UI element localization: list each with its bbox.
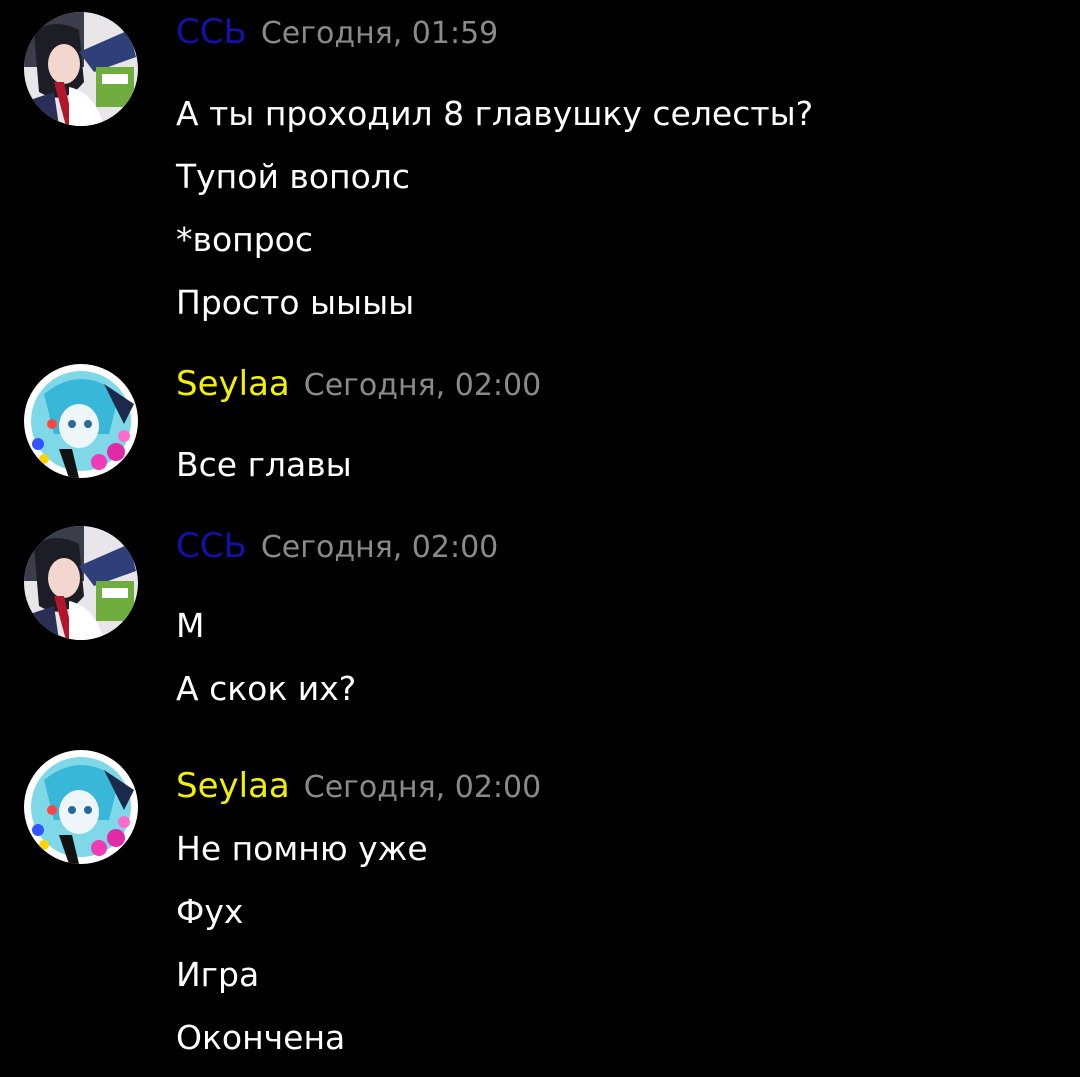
message-header: ССЬ Сегодня, 02:00 xyxy=(176,526,498,566)
message-text: Окончена xyxy=(176,1018,346,1057)
username[interactable]: Seylaa xyxy=(176,766,290,806)
timestamp: Сегодня, 02:00 xyxy=(260,530,499,565)
timestamp: Сегодня, 02:00 xyxy=(303,770,542,805)
message-text: Игра xyxy=(176,955,260,994)
anime-girl-avatar-icon xyxy=(24,526,138,640)
message-text: Фух xyxy=(176,892,244,931)
avatar[interactable] xyxy=(24,12,138,126)
message-text: А скок их? xyxy=(176,669,357,708)
timestamp: Сегодня, 01:59 xyxy=(260,16,499,51)
username[interactable]: ССЬ xyxy=(176,12,247,52)
message-header: ССЬ Сегодня, 01:59 xyxy=(176,12,498,52)
message-text: Не помню уже xyxy=(176,829,428,868)
message-text: М xyxy=(176,606,205,645)
anime-girl-avatar-icon xyxy=(24,12,138,126)
message-text: *вопрос xyxy=(176,220,313,259)
message-text: Все главы xyxy=(176,445,352,484)
timestamp: Сегодня, 02:00 xyxy=(303,368,542,403)
message-header: Seylaa Сегодня, 02:00 xyxy=(176,364,541,404)
message-text: Тупой вополс xyxy=(176,157,411,196)
chat-message-list: ССЬ Сегодня, 01:59 А ты проходил 8 главуш… xyxy=(0,0,1080,1077)
avatar[interactable] xyxy=(24,526,138,640)
colorful-anime-avatar-icon xyxy=(24,364,138,478)
message-text: А ты проходил 8 главушку селесты? xyxy=(176,94,814,133)
avatar[interactable] xyxy=(24,364,138,478)
colorful-anime-avatar-icon xyxy=(24,750,138,864)
message-text: Просто ыыыы xyxy=(176,283,415,322)
avatar[interactable] xyxy=(24,750,138,864)
message-header: Seylaa Сегодня, 02:00 xyxy=(176,766,541,806)
username[interactable]: ССЬ xyxy=(176,526,247,566)
username[interactable]: Seylaa xyxy=(176,364,290,404)
